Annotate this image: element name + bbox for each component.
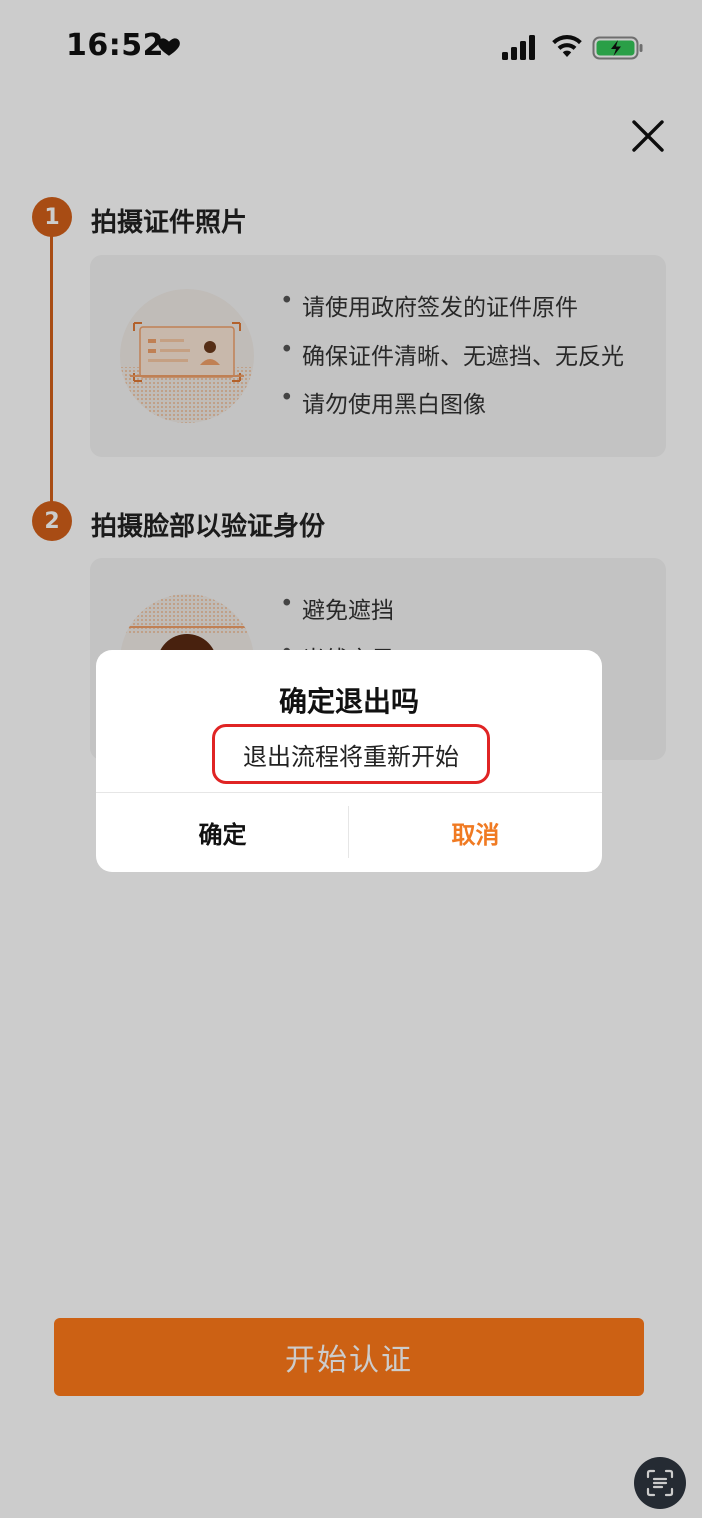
dialog-title: 确定退出吗 — [278, 685, 419, 718]
confirm-button[interactable]: 确定 — [96, 792, 349, 872]
cancel-button[interactable]: 取消 — [349, 792, 602, 872]
dialog-message-highlight: 退出流程将重新开始 — [212, 724, 490, 784]
dialog-message: 退出流程将重新开始 — [243, 742, 459, 771]
exit-confirm-dialog: 确定退出吗 退出流程将重新开始 确定 取消 — [96, 650, 602, 872]
